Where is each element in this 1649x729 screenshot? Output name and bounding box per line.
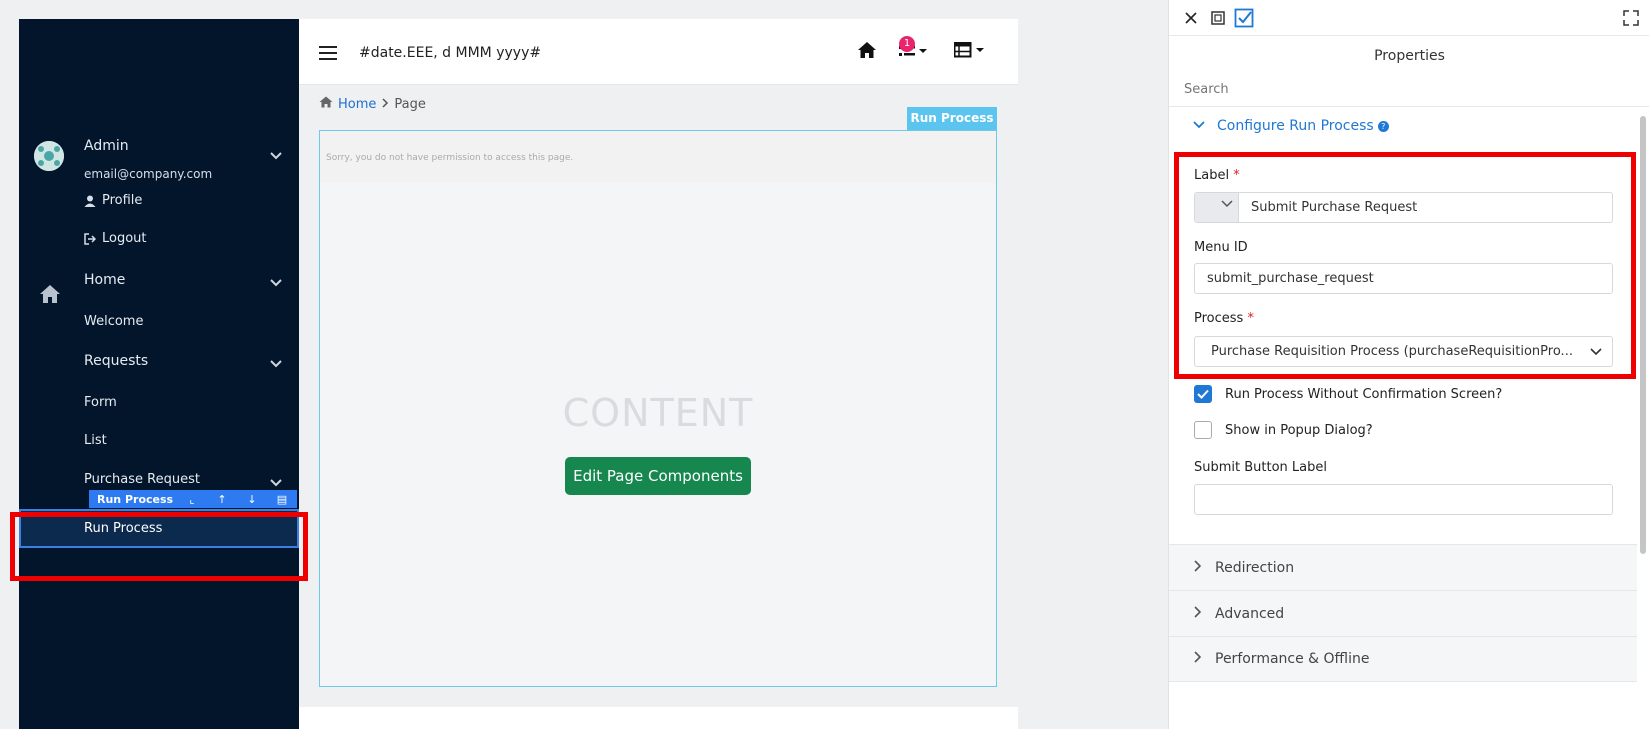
section-title: Configure Run Process bbox=[1217, 118, 1374, 134]
logout-icon bbox=[84, 232, 97, 245]
language-dropdown[interactable] bbox=[1195, 193, 1239, 222]
breadcrumb: Home Page bbox=[319, 96, 426, 112]
section-configure-run-process[interactable]: Configure Run Process ? bbox=[1193, 118, 1389, 134]
sidebar-item-label: Purchase Request bbox=[84, 472, 200, 487]
table-icon[interactable] bbox=[953, 41, 986, 64]
edit-page-components-button[interactable]: Edit Page Components bbox=[565, 457, 751, 495]
sidebar-item-label: Welcome bbox=[84, 314, 144, 329]
footer-strip bbox=[299, 707, 1018, 729]
sidebar-item-purchase-request[interactable]: Purchase Request bbox=[84, 472, 200, 487]
avatar bbox=[34, 141, 64, 171]
show-popup-checkbox[interactable]: Show in Popup Dialog? bbox=[1194, 421, 1373, 439]
element-toolbar-label: Run Process bbox=[97, 492, 174, 506]
delete-icon[interactable]: ▤ bbox=[267, 493, 297, 506]
chevron-down-icon bbox=[1221, 200, 1233, 208]
accordion-advanced[interactable]: Advanced bbox=[1169, 590, 1637, 636]
process-select[interactable]: Purchase Requisition Process (purchaseRe… bbox=[1194, 336, 1613, 367]
element-tag[interactable]: Run Process bbox=[907, 107, 997, 130]
user-email: email@company.com bbox=[84, 167, 213, 181]
content-placeholder: CONTENT bbox=[562, 391, 754, 435]
content-area: Sorry, you do not have permission to acc… bbox=[319, 130, 997, 687]
sidebar-item-list[interactable]: List bbox=[84, 433, 107, 448]
label-field-label: Label * bbox=[1194, 168, 1240, 183]
move-icon[interactable]: ⌞ bbox=[177, 493, 207, 506]
user-icon bbox=[84, 195, 96, 207]
search-input[interactable] bbox=[1184, 82, 1604, 97]
accordion-performance-offline[interactable]: Performance & Offline bbox=[1169, 636, 1637, 682]
properties-panel: Properties Configure Run Process ? Label… bbox=[1168, 0, 1649, 729]
accordion-label: Performance & Offline bbox=[1215, 651, 1370, 667]
menu-id-value: submit_purchase_request bbox=[1207, 271, 1374, 286]
checkbox-icon[interactable] bbox=[1234, 8, 1254, 28]
chevron-right-icon bbox=[1193, 651, 1202, 667]
move-down-icon[interactable]: ↓ bbox=[237, 493, 267, 506]
notification-badge: 1 bbox=[899, 36, 915, 52]
fullscreen-icon[interactable] bbox=[1621, 8, 1641, 28]
label-input[interactable]: Submit Purchase Request bbox=[1194, 192, 1613, 223]
accordion-redirection[interactable]: Redirection bbox=[1169, 544, 1637, 590]
date-format-text: #date.EEE, d MMM yyyy# bbox=[359, 45, 542, 61]
sidebar-item-home[interactable]: Home bbox=[84, 272, 125, 288]
chevron-right-icon bbox=[1193, 559, 1202, 576]
sidebar-item-label: Form bbox=[84, 395, 117, 410]
sidebar-item-profile[interactable]: Profile bbox=[84, 193, 142, 208]
user-name: Admin bbox=[84, 138, 129, 154]
chevron-down-icon[interactable] bbox=[269, 356, 283, 370]
menu-id-label: Menu ID bbox=[1194, 240, 1248, 255]
scrollbar[interactable] bbox=[1640, 116, 1646, 554]
chevron-down-icon bbox=[1193, 118, 1205, 134]
help-icon[interactable]: ? bbox=[1377, 120, 1389, 132]
run-without-confirmation-checkbox[interactable]: Run Process Without Confirmation Screen? bbox=[1194, 385, 1502, 403]
submit-button-label-input[interactable] bbox=[1194, 484, 1613, 515]
app-sidebar: Admin email@company.com Profile Logout H… bbox=[19, 19, 299, 729]
home-icon bbox=[39, 284, 61, 304]
chevron-down-icon[interactable] bbox=[269, 475, 283, 489]
sidebar-item-label: List bbox=[84, 433, 107, 448]
home-icon bbox=[319, 96, 333, 112]
chevron-down-icon[interactable] bbox=[269, 148, 283, 162]
sidebar-item-label: Logout bbox=[102, 231, 147, 246]
chevron-down-icon[interactable] bbox=[269, 275, 283, 289]
label-value: Submit Purchase Request bbox=[1251, 200, 1418, 215]
checkbox-unchecked[interactable] bbox=[1194, 421, 1212, 439]
sidebar-item-label: Home bbox=[84, 272, 126, 288]
chevron-right-icon bbox=[1193, 605, 1202, 622]
breadcrumb-current: Page bbox=[394, 96, 426, 112]
submit-button-label-label: Submit Button Label bbox=[1194, 460, 1327, 475]
close-icon[interactable] bbox=[1181, 8, 1201, 28]
process-label: Process * bbox=[1194, 311, 1254, 326]
sidebar-item-welcome[interactable]: Welcome bbox=[84, 314, 143, 329]
checkbox-checked[interactable] bbox=[1194, 385, 1212, 403]
accordion-label: Advanced bbox=[1215, 605, 1285, 622]
user-panel[interactable]: Admin email@company.com bbox=[19, 115, 299, 195]
sidebar-item-requests[interactable]: Requests bbox=[84, 353, 148, 369]
sidebar-item-label: Run Process bbox=[84, 521, 163, 536]
checkbox-label: Show in Popup Dialog? bbox=[1225, 422, 1373, 438]
sidebar-item-run-process[interactable]: Run Process bbox=[19, 509, 299, 548]
accordion-label: Redirection bbox=[1215, 559, 1295, 576]
move-up-icon[interactable]: ↑ bbox=[207, 493, 237, 506]
chevron-right-icon bbox=[381, 97, 389, 112]
menu-id-input[interactable]: submit_purchase_request bbox=[1194, 263, 1613, 294]
sidebar-item-label: Requests bbox=[84, 353, 149, 369]
home-icon[interactable] bbox=[857, 41, 877, 63]
sidebar-item-form[interactable]: Form bbox=[84, 395, 117, 410]
chevron-down-icon bbox=[1590, 346, 1602, 361]
sidebar-item-logout[interactable]: Logout bbox=[84, 231, 147, 246]
panel-title: Properties bbox=[1374, 48, 1445, 64]
element-toolbar: Run Process ⌞ ↑ ↓ ▤ bbox=[89, 490, 297, 508]
top-bar: #date.EEE, d MMM yyyy# 1 bbox=[299, 19, 1018, 85]
layout-icon[interactable] bbox=[1208, 8, 1228, 28]
permission-text: Sorry, you do not have permission to acc… bbox=[326, 153, 574, 163]
menu-icon[interactable] bbox=[319, 46, 337, 60]
checkbox-label: Run Process Without Confirmation Screen? bbox=[1225, 386, 1503, 402]
breadcrumb-home-link[interactable]: Home bbox=[338, 97, 376, 112]
process-value: Purchase Requisition Process (purchaseRe… bbox=[1211, 344, 1573, 359]
sidebar-item-label: Profile bbox=[102, 193, 143, 208]
panel-toolbar bbox=[1169, 0, 1649, 36]
